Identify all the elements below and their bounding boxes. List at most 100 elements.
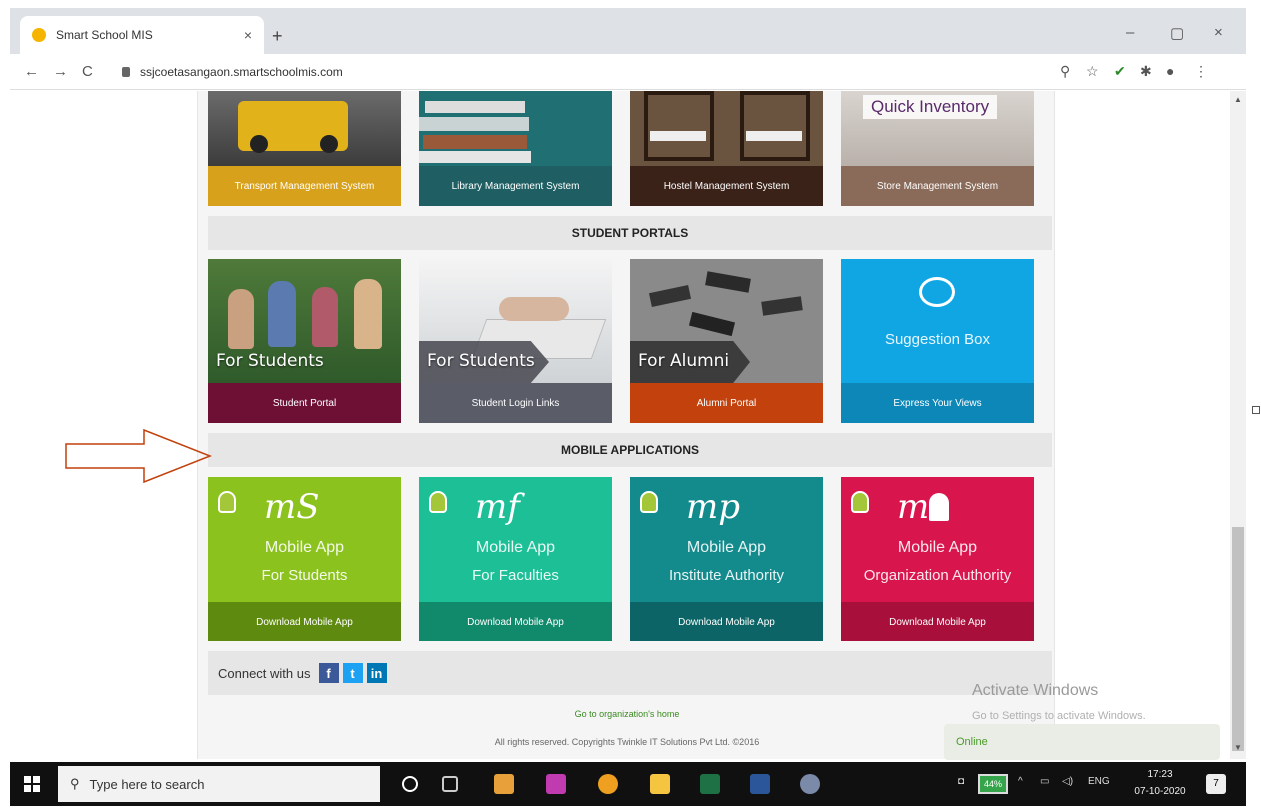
- mobile-app-students-card[interactable]: mS Mobile App For Students Download Mobi…: [208, 477, 401, 641]
- alumni-portal-caption: Alumni Portal: [630, 383, 823, 423]
- quick-inventory-label: Quick Inventory: [863, 95, 998, 119]
- app-line-2: Institute Authority: [668, 567, 785, 584]
- browser-tab[interactable]: Smart School MIS ×: [20, 16, 264, 54]
- file-explorer-icon[interactable]: [650, 774, 670, 794]
- store-image: Quick Inventory: [841, 91, 1034, 166]
- transport-image: [208, 91, 401, 166]
- mobile-app-institute-panel: mp Mobile App Institute Authority: [630, 477, 823, 602]
- student-portals-heading: STUDENT PORTALS: [208, 216, 1052, 250]
- tab-title: Smart School MIS: [56, 28, 153, 42]
- mf-logo: mf: [475, 487, 520, 527]
- annotation-arrow-icon: [65, 428, 213, 484]
- scroll-up-icon[interactable]: ▲: [1234, 95, 1242, 104]
- mp-logo: mp: [686, 487, 741, 527]
- transport-card[interactable]: Transport Management System: [208, 91, 401, 206]
- battery-indicator[interactable]: 44%: [978, 774, 1008, 794]
- minimize-button[interactable]: –: [1126, 24, 1134, 41]
- shield-icon[interactable]: ◘: [958, 776, 964, 787]
- language-indicator[interactable]: ENG: [1088, 776, 1110, 787]
- profile-avatar-icon[interactable]: ●: [1166, 63, 1174, 79]
- suggestion-box-panel: Suggestion Box: [841, 259, 1034, 383]
- hostel-card[interactable]: Hostel Management System: [630, 91, 823, 206]
- m-logo: m: [897, 487, 930, 527]
- close-window-button[interactable]: ×: [1214, 24, 1223, 41]
- person-icon: [929, 493, 949, 521]
- notification-center-icon[interactable]: 7: [1206, 774, 1226, 794]
- taskbar-search-box[interactable]: ⚲ Type here to search: [58, 766, 380, 802]
- reload-icon[interactable]: C: [82, 63, 93, 80]
- volume-icon[interactable]: ◁): [1062, 776, 1073, 787]
- screen: Smart School MIS × + – ▢ × ← → C ssjcoet…: [0, 0, 1261, 812]
- students-photo: For Students: [208, 259, 401, 383]
- student-portal-card[interactable]: For Students Student Portal: [208, 259, 401, 423]
- tab-close-icon[interactable]: ×: [244, 27, 252, 43]
- menu-dots-icon[interactable]: ⋮: [1194, 63, 1208, 80]
- alumni-portal-card[interactable]: For Alumni Alumni Portal: [630, 259, 823, 423]
- library-card[interactable]: Library Management System: [419, 91, 612, 206]
- app-line-2: For Faculties: [472, 567, 559, 584]
- chat-bubble-icon: [919, 277, 955, 307]
- twitter-icon[interactable]: t: [342, 663, 363, 683]
- windows-start-icon[interactable]: [24, 776, 40, 792]
- library-caption: Library Management System: [419, 166, 612, 206]
- download-app-faculties-caption: Download Mobile App: [419, 602, 612, 641]
- linkedin-icon[interactable]: in: [366, 663, 387, 683]
- content-container: Transport Management System Library Mana…: [197, 91, 1055, 759]
- url-text: ssjcoetasangaon.smartschoolmis.com: [140, 65, 343, 79]
- new-tab-button[interactable]: +: [272, 26, 283, 47]
- for-alumni-title: For Alumni: [638, 351, 730, 371]
- hostel-caption: Hostel Management System: [630, 166, 823, 206]
- resize-handle: [1252, 406, 1260, 414]
- facebook-icon[interactable]: f: [318, 663, 339, 683]
- search-placeholder: Type here to search: [89, 776, 205, 792]
- excel-app-icon[interactable]: [700, 774, 720, 794]
- task-view-icon[interactable]: [442, 776, 458, 792]
- organization-home-link[interactable]: Go to organization's home: [198, 709, 1056, 719]
- clock-date: 07-10-2020: [1134, 786, 1186, 797]
- page-scrollbar[interactable]: ▲ ▼: [1230, 91, 1246, 759]
- zoom-icon[interactable]: ⚲: [1060, 63, 1070, 80]
- ms-logo: mS: [264, 487, 320, 527]
- activate-windows-subtitle: Go to Settings to activate Windows.: [972, 710, 1146, 722]
- activate-windows-title: Activate Windows: [972, 682, 1099, 699]
- app-line-1: Mobile App: [897, 539, 978, 556]
- paint-app-icon[interactable]: [800, 774, 820, 794]
- address-bar-row: ← → C ssjcoetasangaon.smartschoolmis.com…: [10, 54, 1246, 90]
- mobile-app-organization-card[interactable]: m Mobile App Organization Authority Down…: [841, 477, 1034, 641]
- system-clock[interactable]: 17:23 07-10-2020: [1130, 766, 1190, 800]
- scroll-down-icon[interactable]: ▼: [1234, 743, 1242, 752]
- site-favicon-icon: [32, 28, 46, 42]
- suggestion-box-card[interactable]: Suggestion Box Express Your Views: [841, 259, 1034, 423]
- student-login-card[interactable]: For Students Student Login Links: [419, 259, 612, 423]
- word-app-icon[interactable]: [750, 774, 770, 794]
- scroll-thumb[interactable]: [1232, 527, 1244, 751]
- forward-arrow-icon[interactable]: →: [53, 63, 68, 80]
- chevron-up-icon[interactable]: ^: [1018, 776, 1023, 787]
- bookmark-star-icon[interactable]: ☆: [1086, 63, 1099, 80]
- mobile-app-faculties-card[interactable]: mf Mobile App For Faculties Download Mob…: [419, 477, 612, 641]
- mobile-app-institute-card[interactable]: mp Mobile App Institute Authority Downlo…: [630, 477, 823, 641]
- back-arrow-icon[interactable]: ←: [24, 63, 39, 80]
- online-chat-widget[interactable]: Online: [944, 724, 1220, 760]
- for-students-title: For Students: [216, 351, 324, 371]
- cortana-icon[interactable]: [402, 776, 418, 792]
- network-icon[interactable]: ▭: [1040, 776, 1049, 787]
- store-card[interactable]: Quick Inventory Store Management System: [841, 91, 1034, 206]
- android-icon: [429, 491, 447, 513]
- purple-app-icon[interactable]: [546, 774, 566, 794]
- mobile-app-students-panel: mS Mobile App For Students: [208, 477, 401, 602]
- suggestion-box-caption: Express Your Views: [841, 383, 1034, 423]
- lock-icon: [122, 67, 130, 77]
- connect-bar: Connect with us f t in: [208, 651, 1052, 695]
- sublime-app-icon[interactable]: [494, 774, 514, 794]
- app-line-1: Mobile App: [475, 539, 556, 556]
- url-field[interactable]: ssjcoetasangaon.smartschoolmis.com: [122, 60, 1072, 84]
- connect-label: Connect with us: [218, 665, 311, 681]
- extensions-puzzle-icon[interactable]: ✱: [1140, 63, 1152, 80]
- mobile-app-faculties-panel: mf Mobile App For Faculties: [419, 477, 612, 602]
- restore-button[interactable]: ▢: [1170, 24, 1184, 42]
- chrome-app-icon[interactable]: [598, 774, 618, 794]
- extension-check-icon[interactable]: ✔: [1114, 63, 1126, 80]
- page-viewport: Transport Management System Library Mana…: [10, 91, 1230, 759]
- transport-caption: Transport Management System: [208, 166, 401, 206]
